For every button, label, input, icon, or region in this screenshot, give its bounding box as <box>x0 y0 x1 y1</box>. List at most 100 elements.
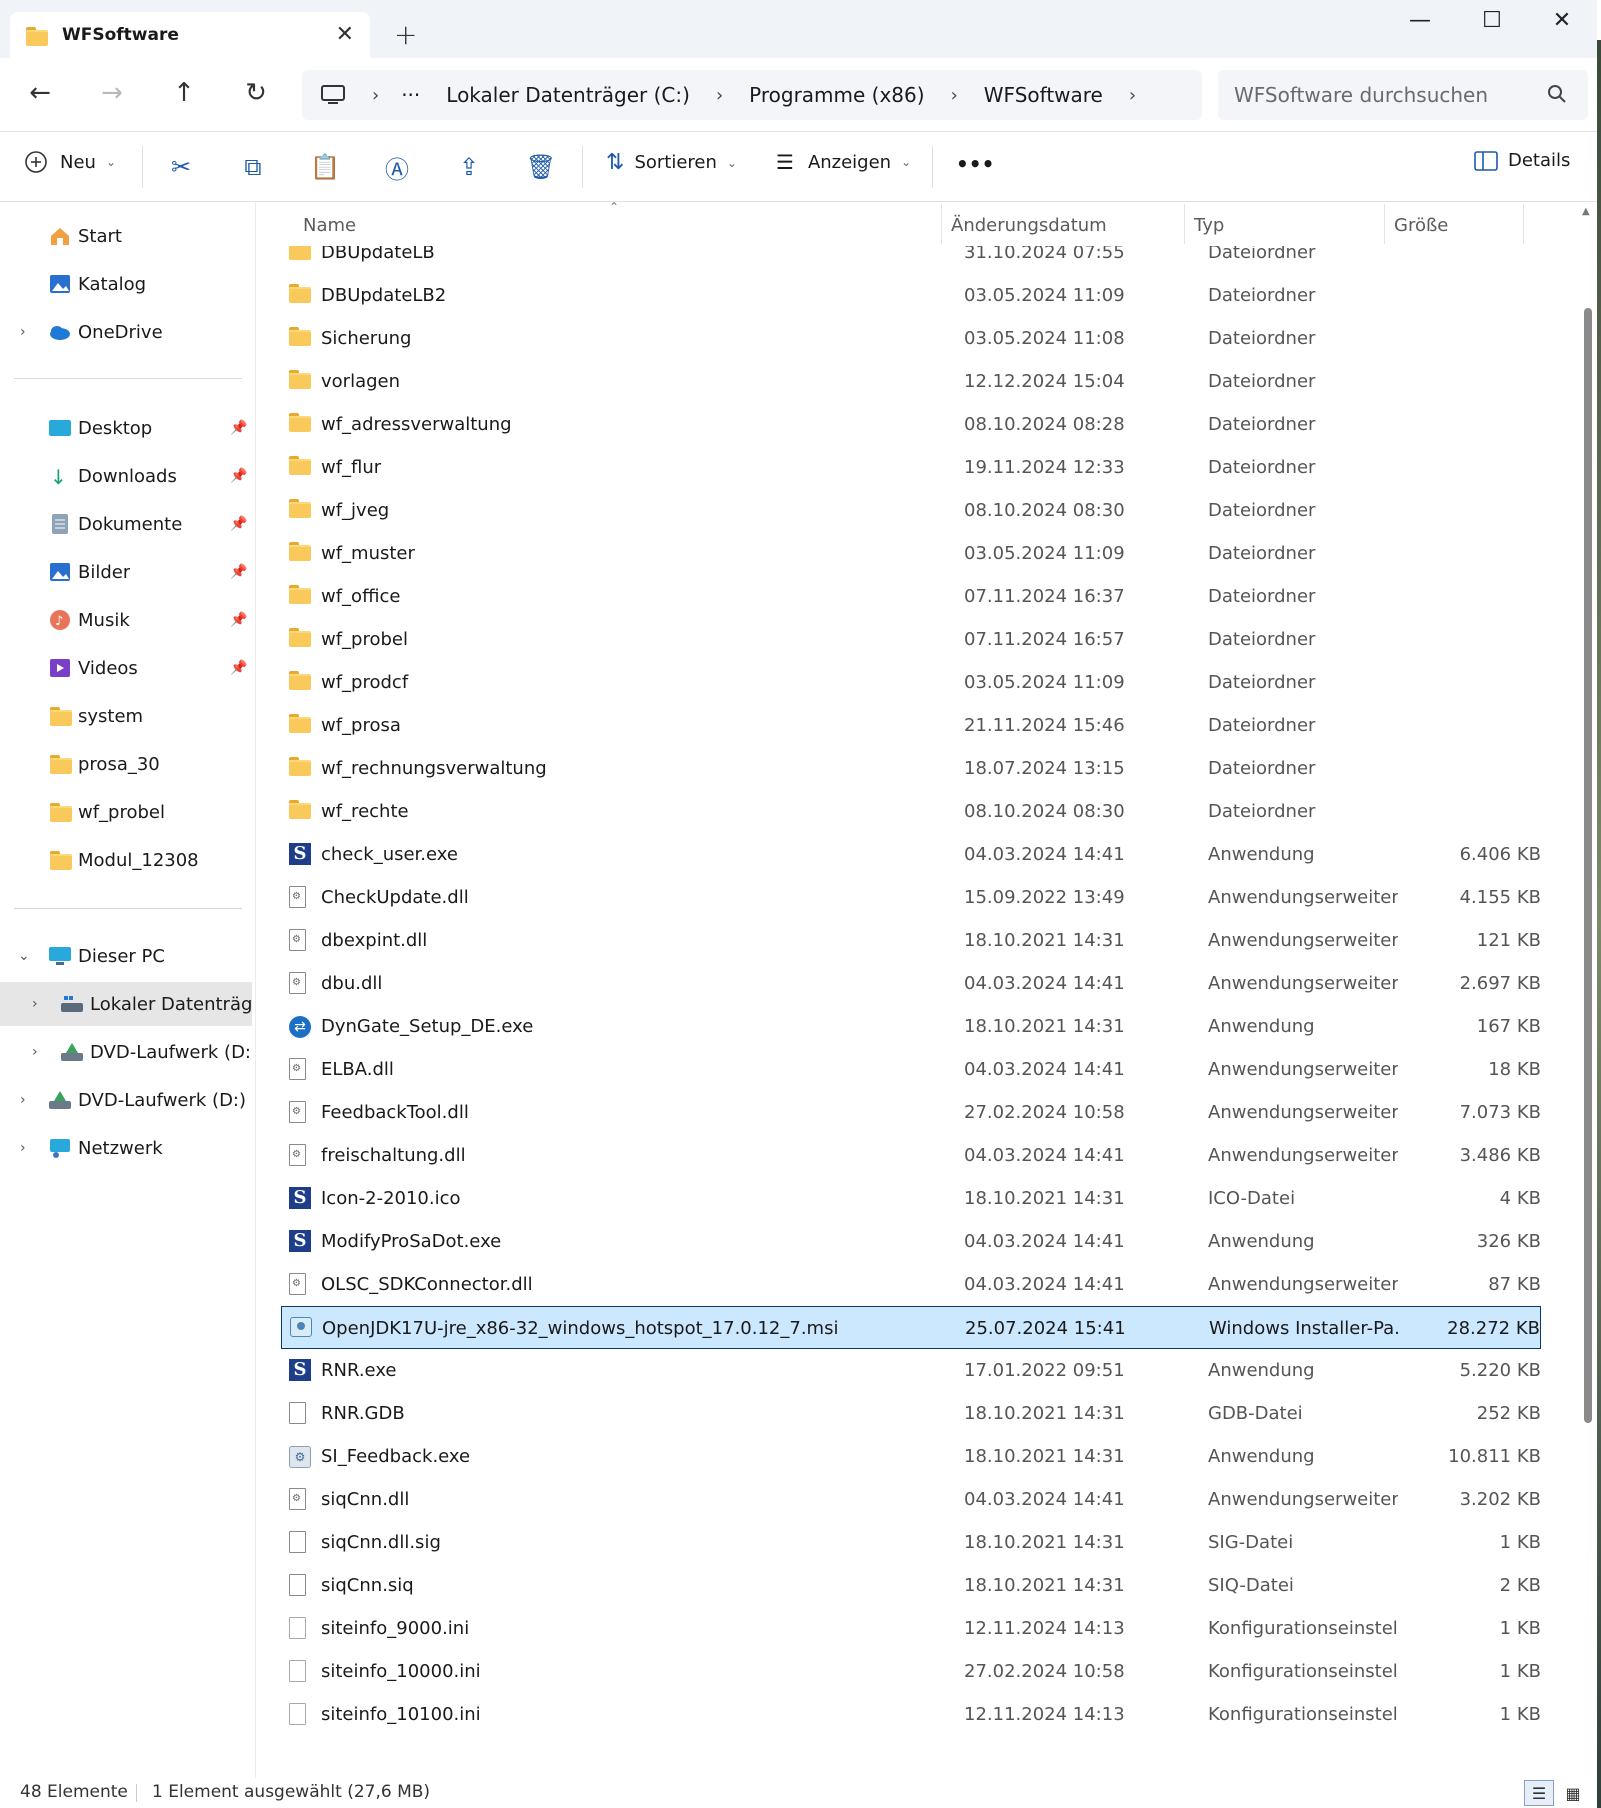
file-row[interactable]: dbu.dll 04.03.2024 14:41 Anwendungserweite… <box>281 962 1541 1005</box>
delete-icon[interactable]: 🗑 <box>526 152 556 182</box>
file-row[interactable]: wf_probel 07.11.2024 16:57 Dateiordner <box>281 618 1541 661</box>
view-button[interactable]: ☰ Anzeigen ⌄ <box>776 150 911 174</box>
file-row[interactable]: dbexpint.dll 18.10.2021 14:31 Anwendungser… <box>281 919 1541 962</box>
file-row[interactable]: S ModifyProSaDot.exe 04.03.2024 14:41 Anwen… <box>281 1220 1541 1263</box>
pin-icon[interactable]: 📌 <box>230 420 247 436</box>
forward-button[interactable]: → <box>94 78 130 108</box>
new-tab-button[interactable]: + <box>394 18 417 51</box>
search-input[interactable]: WFSoftware durchsuchen <box>1218 70 1588 120</box>
sidebar-item-dieser-pc[interactable]: ⌄ Dieser PC <box>0 934 252 978</box>
copy-icon[interactable]: ⧉ <box>238 152 268 182</box>
breadcrumb-item-drive[interactable]: Lokaler Datenträger (C:) <box>446 83 690 107</box>
sidebar-item-wf-probel[interactable]: wf_probel <box>0 790 252 834</box>
file-row[interactable]: ⚙ SI_Feedback.exe 18.10.2021 14:31 Anwendun… <box>281 1435 1541 1478</box>
file-row[interactable]: siqCnn.siq 18.10.2021 14:31 SIQ-Datei 2 KB <box>281 1564 1541 1607</box>
file-row[interactable]: Sicherung 03.05.2024 11:08 Dateiordner <box>281 317 1541 360</box>
sidebar-item-prosa-30[interactable]: prosa_30 <box>0 742 252 786</box>
paste-icon[interactable]: 📋 <box>310 152 340 182</box>
column-header-name[interactable]: Name <box>303 215 356 236</box>
sidebar-item-onedrive[interactable]: › OneDrive <box>0 310 252 354</box>
pin-icon[interactable]: 📌 <box>230 660 247 676</box>
chevron-right-icon[interactable]: › <box>32 996 38 1012</box>
column-divider[interactable] <box>1523 204 1524 244</box>
file-row[interactable]: Scheck_user.exe 04.03.2024 14:41 Anwendung… <box>281 833 1541 876</box>
pin-icon[interactable]: 📌 <box>230 516 247 532</box>
cut-icon[interactable]: ✂ <box>166 152 196 182</box>
file-row[interactable]: ⇄ DynGate_Setup_DE.exe 18.10.2021 14:31 Anw… <box>281 1005 1541 1048</box>
maximize-button[interactable]: ☐ <box>1472 8 1512 33</box>
file-row[interactable]: ELBA.dll 04.03.2024 14:41 Anwendungserweit… <box>281 1048 1541 1091</box>
sidebar-item-dvd-laufwerk[interactable]: › DVD-Laufwerk (D:) CC <box>0 1030 252 1074</box>
file-row[interactable]: siqCnn.dll.sig 18.10.2021 14:31 SIG-Datei 1… <box>281 1521 1541 1564</box>
sidebar-item-dokumente[interactable]: Dokumente 📌 <box>0 502 252 546</box>
chevron-right-icon[interactable]: › <box>1129 85 1136 106</box>
breadcrumb-item-programme[interactable]: Programme (x86) <box>749 83 924 107</box>
file-row[interactable]: CheckUpdate.dll 15.09.2022 13:49 Anwendung… <box>281 876 1541 919</box>
file-row[interactable]: wf_flur 19.11.2024 12:33 Dateiordner <box>281 446 1541 489</box>
share-icon[interactable]: ⇪ <box>454 152 484 182</box>
file-row[interactable]: wf_jveg 08.10.2024 08:30 Dateiordner <box>281 489 1541 532</box>
pin-icon[interactable]: 📌 <box>230 564 247 580</box>
minimize-button[interactable]: — <box>1400 8 1440 33</box>
sidebar-item-start[interactable]: Start <box>0 214 252 258</box>
sidebar-item-downloads[interactable]: ↓ Downloads 📌 <box>0 454 252 498</box>
column-divider[interactable] <box>1184 204 1185 244</box>
file-row[interactable]: FeedbackTool.dll 27.02.2024 10:58 Anwendun… <box>281 1091 1541 1134</box>
breadcrumb-more[interactable]: ··· <box>401 83 420 107</box>
rename-icon[interactable]: Ⓐ <box>382 152 412 184</box>
file-row[interactable]: siteinfo_10000.ini 27.02.2024 10:58 Konfig… <box>281 1650 1541 1693</box>
refresh-button[interactable]: ↻ <box>238 78 274 108</box>
chevron-right-icon[interactable]: › <box>20 1092 26 1108</box>
sidebar-item-modul-12308[interactable]: Modul_12308 <box>0 838 252 882</box>
chevron-down-icon[interactable]: ⌄ <box>18 948 30 964</box>
file-row[interactable]: wf_adressverwaltung 08.10.2024 08:28 Datei… <box>281 403 1541 446</box>
sidebar-item-bilder[interactable]: Bilder 📌 <box>0 550 252 594</box>
chevron-right-icon[interactable]: › <box>20 324 26 340</box>
chevron-right-icon[interactable]: › <box>20 1140 26 1156</box>
file-row[interactable]: freischaltung.dll 04.03.2024 14:41 Anwendu… <box>281 1134 1541 1177</box>
scrollbar-thumb[interactable] <box>1584 308 1592 1423</box>
close-button[interactable]: ✕ <box>1542 8 1582 33</box>
details-view-icon[interactable]: ☰ <box>1524 1780 1554 1806</box>
sidebar-item-netzwerk[interactable]: › Netzwerk <box>0 1126 252 1170</box>
sidebar-item-dvd-laufwerk[interactable]: › DVD-Laufwerk (D:) CC <box>0 1078 252 1122</box>
file-row[interactable]: S RNR.exe 17.01.2022 09:51 Anwendung 5.220 K… <box>281 1349 1541 1392</box>
pin-icon[interactable]: 📌 <box>230 468 247 484</box>
chevron-right-icon[interactable]: › <box>32 1044 38 1060</box>
file-row[interactable]: RNR.GDB 18.10.2021 14:31 GDB-Datei 252 KB <box>281 1392 1541 1435</box>
new-button[interactable]: Neu ⌄ <box>24 150 116 174</box>
file-row[interactable]: siteinfo_10100.ini 12.11.2024 14:13 Konfig… <box>281 1693 1541 1736</box>
pin-icon[interactable]: 📌 <box>230 612 247 628</box>
file-row[interactable]: wf_prosa 21.11.2024 15:46 Dateiordner <box>281 704 1541 747</box>
more-options-button[interactable]: ••• <box>956 152 994 176</box>
file-row[interactable]: siqCnn.dll 04.03.2024 14:41 Anwendungserwe… <box>281 1478 1541 1521</box>
address-bar[interactable]: › ··· Lokaler Datenträger (C:) › Program… <box>302 70 1202 120</box>
file-row[interactable]: DBUpdateLB2 03.05.2024 11:09 Dateiordner <box>281 274 1541 317</box>
file-row[interactable]: wf_prodcf 03.05.2024 11:09 Dateiordner <box>281 661 1541 704</box>
file-row[interactable]: vorlagen 12.12.2024 15:04 Dateiordner <box>281 360 1541 403</box>
back-button[interactable]: ← <box>22 78 58 108</box>
file-row[interactable]: wf_rechte 08.10.2024 08:30 Dateiordner <box>281 790 1541 833</box>
column-header-date[interactable]: Änderungsdatum <box>951 215 1107 236</box>
file-row[interactable]: OLSC_SDKConnector.dll 04.03.2024 14:41 Anw… <box>281 1263 1541 1306</box>
file-row[interactable]: wf_office 07.11.2024 16:37 Dateiordner <box>281 575 1541 618</box>
file-row[interactable]: wf_muster 03.05.2024 11:09 Dateiordner <box>281 532 1541 575</box>
sidebar-item-katalog[interactable]: Katalog <box>0 262 252 306</box>
column-divider[interactable] <box>1384 204 1385 244</box>
file-row[interactable]: wf_rechnungsverwaltung 18.07.2024 13:15 Da… <box>281 747 1541 790</box>
tiles-view-icon[interactable]: ▦ <box>1558 1780 1588 1806</box>
column-header-size[interactable]: Größe <box>1394 215 1448 236</box>
column-header-type[interactable]: Typ <box>1194 215 1224 236</box>
sidebar-item-lokaler-datentraeger[interactable]: › Lokaler Datenträger (C:) <box>0 982 252 1026</box>
breadcrumb-item-wfsoftware[interactable]: WFSoftware <box>984 83 1103 107</box>
sidebar-item-desktop[interactable]: Desktop 📌 <box>0 406 252 450</box>
file-row[interactable]: OpenJDK17U-jre_x86-32_windows_hotspot_17… <box>281 1306 1541 1349</box>
sidebar-item-musik[interactable]: ♪ Musik 📌 <box>0 598 252 642</box>
sort-button[interactable]: ⇅ Sortieren ⌄ <box>606 150 737 175</box>
file-row[interactable]: siteinfo_9000.ini 12.11.2024 14:13 Konfigu… <box>281 1607 1541 1650</box>
up-button[interactable]: ↑ <box>166 78 202 108</box>
sidebar-item-system[interactable]: system <box>0 694 252 738</box>
details-button[interactable]: Details <box>1474 150 1570 171</box>
vertical-scrollbar[interactable]: ▲ <box>1577 202 1597 1778</box>
tab-close-icon[interactable]: ✕ <box>336 22 354 47</box>
